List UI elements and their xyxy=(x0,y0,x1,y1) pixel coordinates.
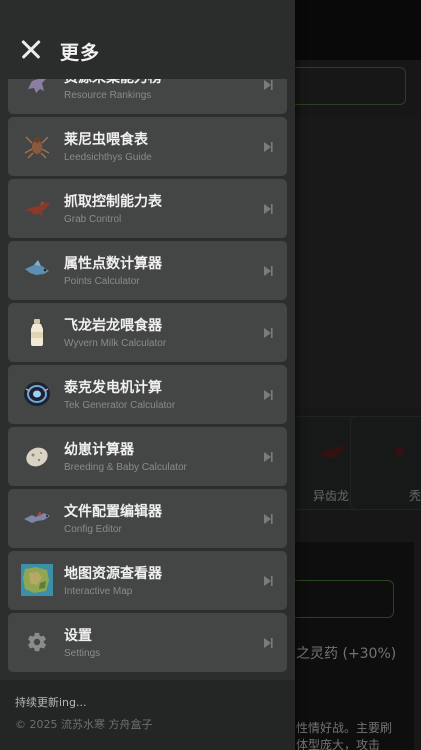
menu-item-title: 属性点数计算器 xyxy=(64,256,162,272)
menu-item-subtitle: Wyvern Milk Calculator xyxy=(64,338,167,349)
menu-item-title: 飞龙岩龙喂食器 xyxy=(64,318,162,334)
gear-icon xyxy=(20,625,54,659)
menu-item-subtitle: Points Calculator xyxy=(64,276,140,287)
menu-item-breeding-calculator[interactable]: 幼崽计算器 Breeding & Baby Calculator xyxy=(8,427,287,486)
egg-icon xyxy=(20,439,54,473)
menu-item-interactive-map[interactable]: 地图资源查看器 Interactive Map xyxy=(8,551,287,610)
menu-item-subtitle: Breeding & Baby Calculator xyxy=(64,462,187,473)
chevron-right-icon xyxy=(264,204,273,214)
menu-item-subtitle: Leedsichthys Guide xyxy=(64,152,152,163)
chevron-right-icon xyxy=(264,142,273,152)
menu-item-tek-generator-calculator[interactable]: 泰克发电机计算 Tek Generator Calculator xyxy=(8,365,287,424)
menu-item-leedsichthys-guide[interactable]: 莱尼虫喂食表 Leedsichthys Guide xyxy=(8,117,287,176)
chevron-right-icon xyxy=(264,638,273,648)
drawer-header: 更多 xyxy=(0,0,295,79)
menu-item-title: 莱尼虫喂食表 xyxy=(64,132,148,148)
insect-icon xyxy=(20,129,54,163)
menu-item-title: 地图资源查看器 xyxy=(64,566,162,582)
menu-item-points-calculator[interactable]: 属性点数计算器 Points Calculator xyxy=(8,241,287,300)
menu-item-title: 泰克发电机计算 xyxy=(64,380,162,396)
menu-item-subtitle: Resource Rankings xyxy=(64,90,152,101)
copyright-text: © 2025 流苏水寒 方舟盒子 xyxy=(15,718,153,731)
menu-item-subtitle: Settings xyxy=(64,648,101,659)
chevron-right-icon xyxy=(264,266,273,276)
tek-generator-icon xyxy=(20,377,54,411)
chevron-right-icon xyxy=(264,452,273,462)
menu-item-config-editor[interactable]: 文件配置编辑器 Config Editor xyxy=(8,489,287,548)
navigation-drawer: 资源采集能力榜 Resource Rankings 莱尼虫喂食表 Leedsic… xyxy=(0,0,295,750)
chevron-right-icon xyxy=(264,514,273,524)
menu-item-title: 设置 xyxy=(64,628,92,644)
map-icon xyxy=(20,563,54,597)
chevron-right-icon xyxy=(264,576,273,586)
drawer-title: 更多 xyxy=(60,42,101,64)
chevron-right-icon xyxy=(264,80,273,90)
menu-item-subtitle: Tek Generator Calculator xyxy=(64,400,176,411)
menu-item-wyvern-milk-calculator[interactable]: 飞龙岩龙喂食器 Wyvern Milk Calculator xyxy=(8,303,287,362)
menu-item-settings[interactable]: 设置 Settings xyxy=(8,613,287,672)
menu-item-title: 文件配置编辑器 xyxy=(64,504,162,520)
menu-item-subtitle: Config Editor xyxy=(64,524,122,535)
blue-creature-icon xyxy=(20,253,54,287)
chevron-right-icon xyxy=(264,390,273,400)
menu-item-subtitle: Grab Control xyxy=(64,214,122,225)
raptor-icon xyxy=(20,191,54,225)
menu-item-grab-control[interactable]: 抓取控制能力表 Grab Control xyxy=(8,179,287,238)
drawer-footer: 持续更新ing... © 2025 流苏水寒 方舟盒子 xyxy=(0,680,295,750)
update-status-text: 持续更新ing... xyxy=(15,696,87,709)
close-icon[interactable] xyxy=(18,37,44,63)
menu-list: 资源采集能力榜 Resource Rankings 莱尼虫喂食表 Leedsic… xyxy=(8,55,287,675)
menu-item-title: 抓取控制能力表 xyxy=(64,194,162,210)
menu-item-subtitle: Interactive Map xyxy=(64,586,133,597)
milk-bottle-icon xyxy=(20,315,54,349)
menu-item-title: 幼崽计算器 xyxy=(64,442,134,458)
flying-creature-icon xyxy=(20,501,54,535)
chevron-right-icon xyxy=(264,328,273,338)
